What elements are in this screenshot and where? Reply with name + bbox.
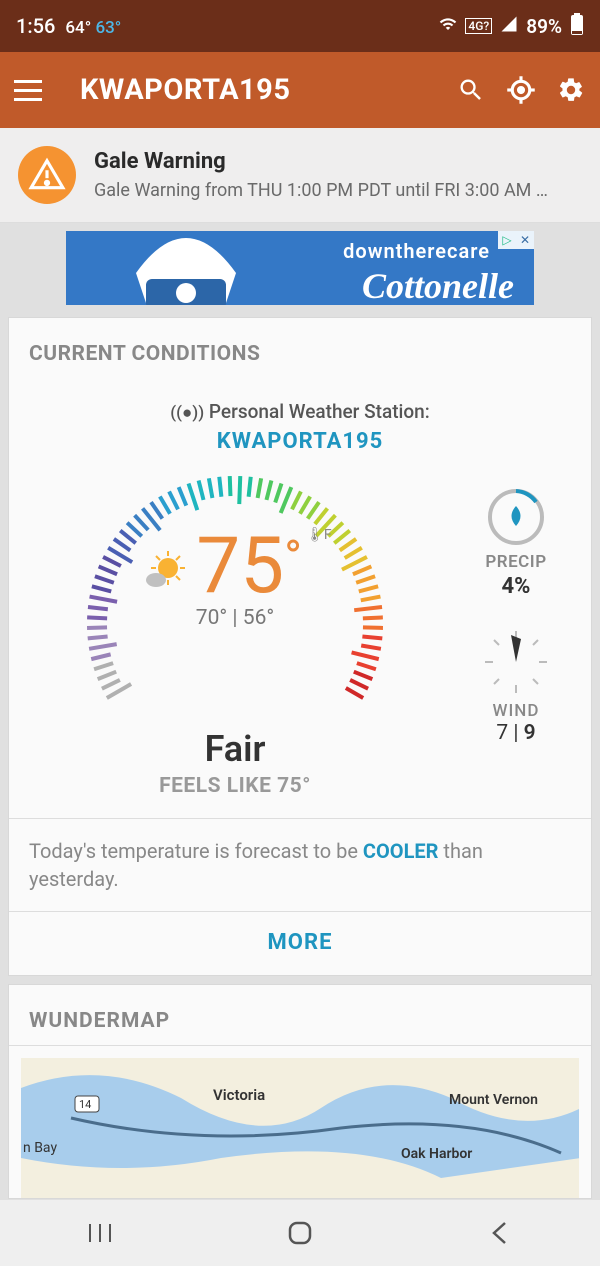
- ad-headline: downtherecare: [343, 239, 490, 263]
- conditions-heading: CURRENT CONDITIONS: [9, 318, 591, 380]
- forecast-note: Today's temperature is forecast to be CO…: [9, 819, 591, 911]
- wind-value: 7 | 9: [451, 721, 581, 745]
- precip-gauge: [485, 486, 547, 548]
- alert-title: Gale Warning: [94, 149, 554, 174]
- recents-button[interactable]: [85, 1218, 115, 1248]
- svg-text:14: 14: [79, 1098, 91, 1111]
- wifi-icon: [439, 15, 457, 38]
- home-button[interactable]: [285, 1218, 315, 1248]
- svg-text:Victoria: Victoria: [213, 1086, 265, 1104]
- wundermap[interactable]: 14 Victoria Mount Vernon Oak Harbor n Ba…: [21, 1058, 579, 1198]
- wind-dial: [481, 627, 551, 697]
- ad-brand: Cottonelle: [362, 265, 514, 305]
- wundermap-heading: WUNDERMAP: [9, 985, 591, 1046]
- search-icon[interactable]: [456, 75, 486, 105]
- battery-icon: [570, 13, 584, 40]
- alert-text: Gale Warning Gale Warning from THU 1:00 …: [94, 149, 554, 201]
- ad-close-icon[interactable]: ✕: [516, 231, 534, 249]
- warning-icon: [18, 146, 76, 204]
- system-nav-bar: [0, 1200, 600, 1266]
- network-label: 4G?: [465, 18, 492, 34]
- back-button[interactable]: [485, 1218, 515, 1248]
- adchoices-icon[interactable]: ▷: [498, 231, 516, 249]
- status-time: 1:56: [16, 14, 55, 38]
- precip-label: PRECIP: [451, 552, 581, 572]
- gear-icon[interactable]: [556, 75, 586, 105]
- sun-icon: [138, 548, 192, 602]
- precip-value: 4%: [451, 574, 581, 599]
- svg-text:Mount Vernon: Mount Vernon: [449, 1092, 538, 1108]
- svg-text:n Bay: n Bay: [23, 1140, 57, 1156]
- wind-label: WIND: [451, 701, 581, 721]
- current-temp: 75° 🌡F: [196, 528, 331, 606]
- page-title: KWAPORTA195: [80, 73, 456, 107]
- battery-percent: 89%: [526, 15, 562, 38]
- pws-name[interactable]: KWAPORTA195: [9, 429, 591, 454]
- ad-image: [126, 231, 246, 305]
- ad-controls[interactable]: ▷✕: [498, 231, 534, 249]
- menu-button[interactable]: [14, 80, 54, 101]
- alert-subtitle: Gale Warning from THU 1:00 PM PDT until …: [94, 180, 554, 201]
- pws-label: ((●)) Personal Weather Station:: [9, 400, 591, 423]
- temp-unit: 🌡F: [306, 528, 332, 542]
- feels-like: FEELS LIKE 75°: [159, 774, 311, 798]
- status-temps: 64° 63°: [65, 18, 121, 38]
- status-right: 4G? 89%: [439, 13, 584, 40]
- temperature-gauge: 75° 🌡F 70° | 56°: [65, 464, 405, 724]
- more-button[interactable]: MORE: [9, 911, 591, 975]
- signal-icon: [500, 15, 518, 38]
- current-conditions-card: CURRENT CONDITIONS ((●)) Personal Weathe…: [8, 317, 592, 976]
- weather-alert[interactable]: Gale Warning Gale Warning from THU 1:00 …: [0, 128, 600, 223]
- status-bar: 1:56 64° 63° 4G? 89%: [0, 0, 600, 52]
- app-bar: KWAPORTA195: [0, 52, 600, 128]
- sky-condition: Fair: [205, 728, 266, 770]
- high-low: 70° | 56°: [65, 606, 405, 630]
- ad-banner[interactable]: downtherecare Cottonelle ▷✕: [66, 231, 534, 305]
- locate-icon[interactable]: [506, 75, 536, 105]
- wundermap-card: WUNDERMAP 14 Victoria Mount Vernon Oak H…: [8, 984, 592, 1199]
- svg-text:Oak Harbor: Oak Harbor: [401, 1146, 472, 1162]
